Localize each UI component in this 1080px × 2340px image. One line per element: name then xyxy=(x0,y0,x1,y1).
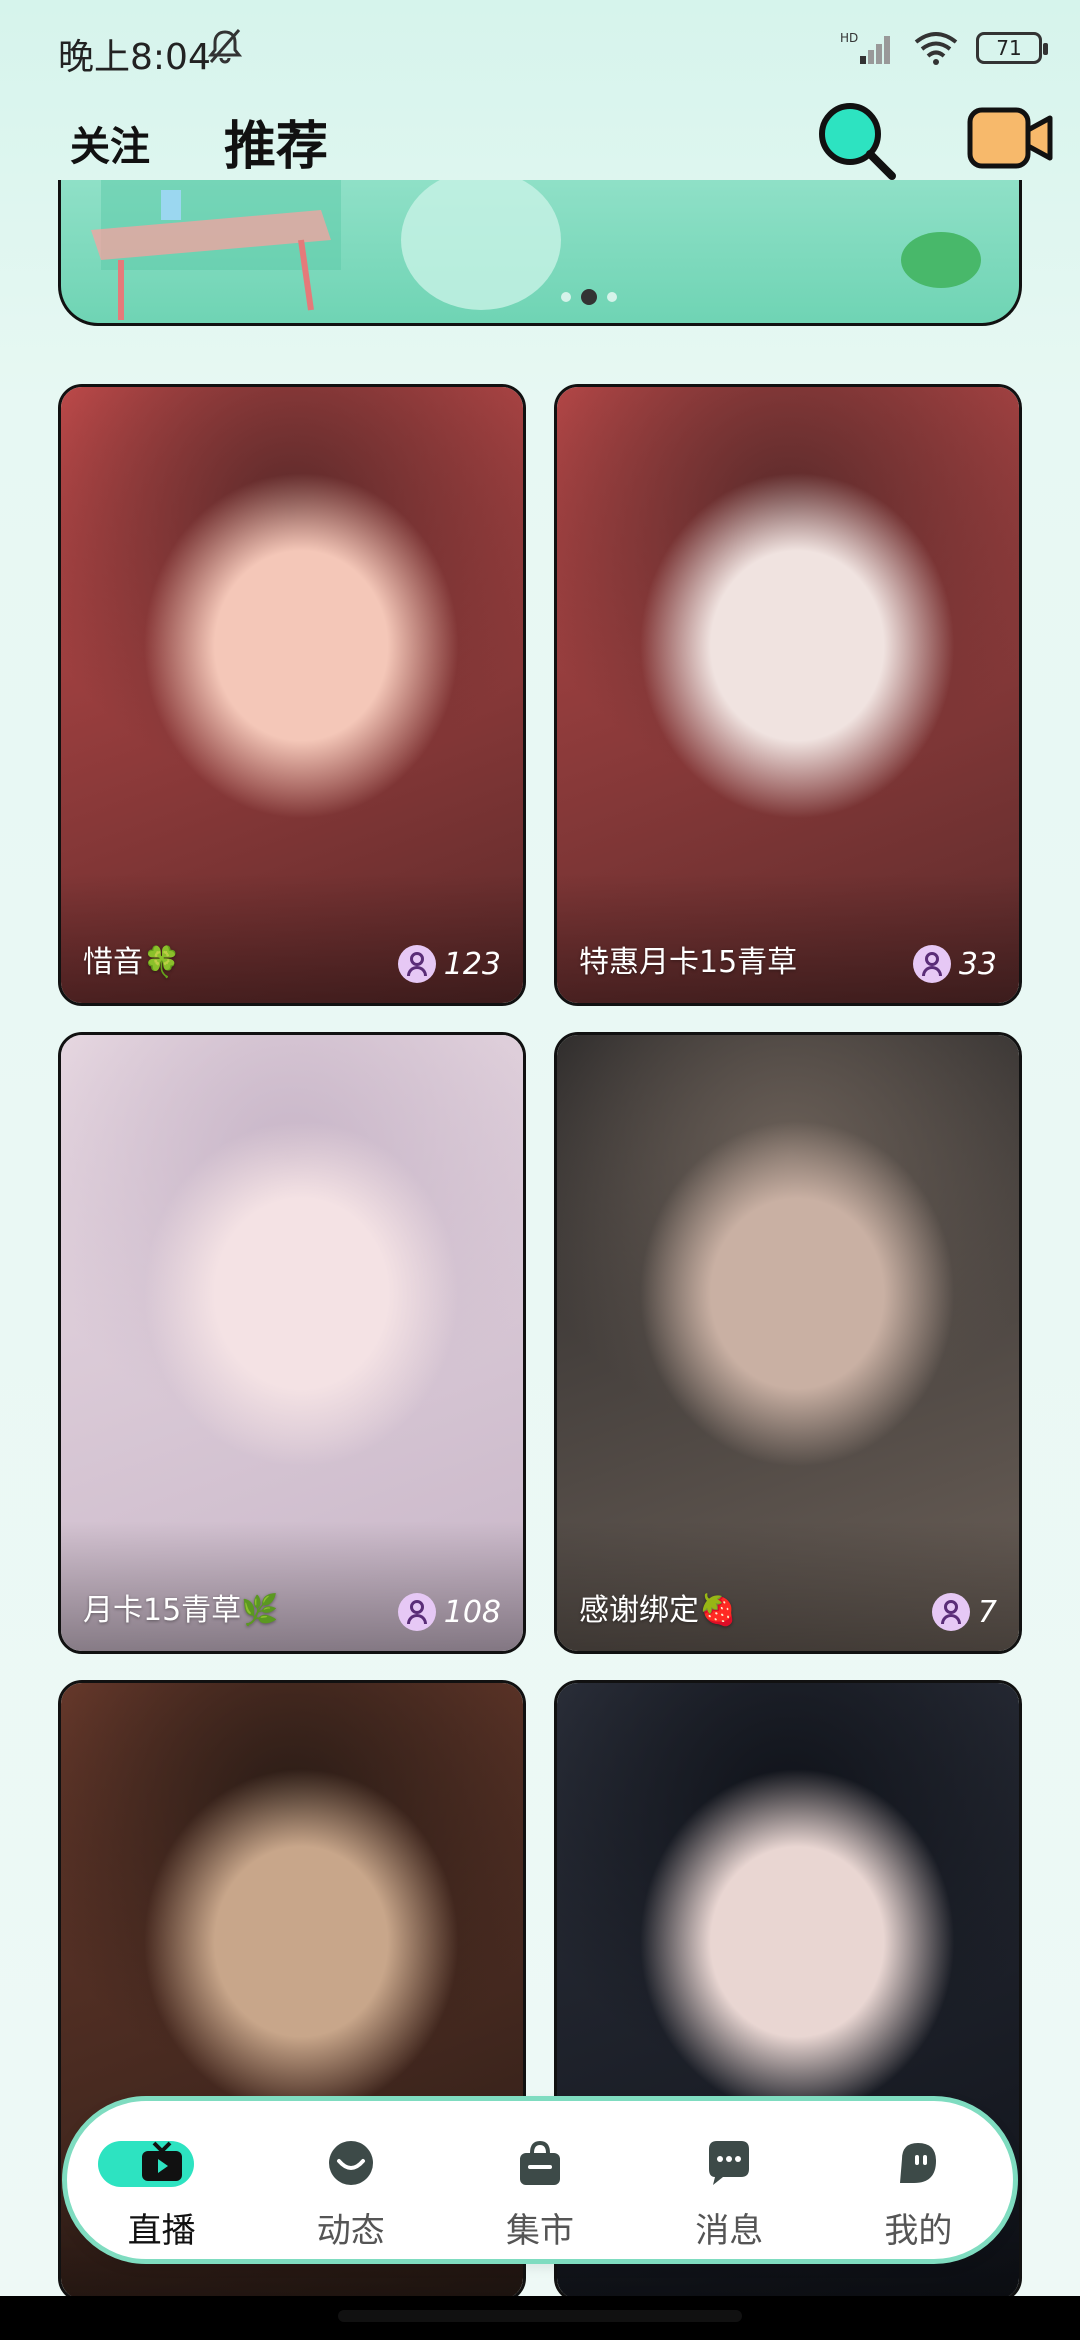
nav-item-moments[interactable]: 动态 xyxy=(256,2101,445,2259)
nav-label: 我的 xyxy=(884,2211,953,2251)
bell-off-icon xyxy=(207,29,243,64)
stream-card[interactable]: 感谢绑定🍓 7 xyxy=(554,1032,1022,1654)
home-indicator[interactable] xyxy=(338,2310,742,2322)
tv-icon xyxy=(97,2137,194,2189)
chat-bubble-icon xyxy=(709,2141,750,2185)
nav-label: 消息 xyxy=(695,2211,764,2251)
status-icons: HD 71 xyxy=(840,28,1048,68)
nav-label: 动态 xyxy=(316,2211,385,2251)
viewer-number: 123 xyxy=(443,946,501,982)
stream-title: 惜音🍀 xyxy=(83,945,181,980)
banner-illustration xyxy=(91,180,981,320)
status-bar: 晚上8:04 HD 71 xyxy=(0,0,1080,96)
moments-icon xyxy=(328,2141,373,2185)
stream-title: 月卡15青草🌿 xyxy=(83,1593,279,1628)
battery-indicator: 71 xyxy=(976,32,1048,64)
tab-recommend[interactable]: 推荐 xyxy=(224,104,328,179)
tab-follow[interactable]: 关注 xyxy=(70,114,150,172)
nav-label: 集市 xyxy=(506,2211,574,2251)
shopping-bag-icon xyxy=(520,2140,560,2185)
viewer-number: 7 xyxy=(977,1594,997,1630)
viewer-count: 123 xyxy=(397,945,501,983)
viewer-count: 33 xyxy=(912,945,997,983)
nav-item-live[interactable]: 直播 xyxy=(67,2101,256,2259)
viewer-count: 7 xyxy=(931,1593,997,1631)
viewer-number: 33 xyxy=(958,946,997,982)
viewer-count: 108 xyxy=(397,1593,501,1631)
stream-title: 特惠月卡15青草 xyxy=(579,945,798,980)
profile-icon xyxy=(900,2143,937,2183)
nav-item-profile[interactable]: 我的 xyxy=(824,2101,1013,2259)
person-icon xyxy=(931,1593,970,1631)
banner-dot[interactable] xyxy=(607,292,617,302)
nav-item-market[interactable]: 集市 xyxy=(445,2101,634,2259)
signal-icon: HD xyxy=(840,31,890,64)
network-type: HD xyxy=(840,31,858,45)
promo-banner[interactable] xyxy=(58,180,1022,326)
person-icon xyxy=(397,1593,436,1631)
person-icon xyxy=(397,945,436,983)
person-icon xyxy=(912,945,951,983)
search-icon[interactable] xyxy=(812,96,902,186)
viewer-number: 108 xyxy=(443,1594,501,1630)
stream-card[interactable]: 月卡15青草🌿 108 xyxy=(58,1032,526,1654)
stream-card[interactable]: 特惠月卡15青草 33 xyxy=(554,384,1022,1006)
bottom-nav: 直播 动态 集市 消息 我的 xyxy=(62,2096,1018,2264)
status-time: 晚上8:04 xyxy=(58,37,211,78)
stream-title: 感谢绑定🍓 xyxy=(579,1593,737,1628)
banner-dot-active[interactable] xyxy=(581,289,597,305)
wifi-icon xyxy=(914,32,958,65)
nav-label: 直播 xyxy=(127,2211,196,2251)
banner-dot[interactable] xyxy=(561,292,571,302)
nav-item-messages[interactable]: 消息 xyxy=(635,2101,824,2259)
banner-page-dots xyxy=(561,289,617,305)
video-camera-icon[interactable] xyxy=(966,102,1056,174)
stream-card[interactable]: 惜音🍀 123 xyxy=(58,384,526,1006)
